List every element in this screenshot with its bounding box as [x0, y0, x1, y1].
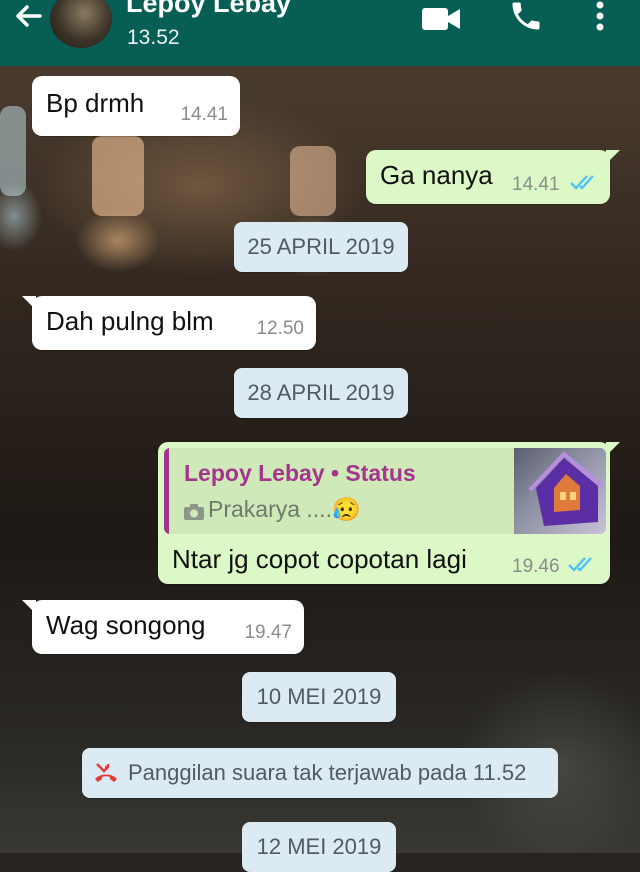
back-arrow-icon[interactable]: [8, 0, 48, 36]
message-time: 19.47: [244, 622, 292, 643]
quote-accent-bar: [164, 448, 169, 534]
message-time: 12.50: [256, 318, 304, 339]
phone-icon[interactable]: [508, 0, 544, 34]
date-separator: 12 MEI 2019: [242, 822, 396, 872]
message-time: 14.41: [512, 174, 560, 195]
wallpaper-lamp: [290, 146, 336, 216]
message-outgoing-reply[interactable]: Lepoy Lebay • Status Prakarya ....😥 Ntar…: [158, 442, 620, 584]
wallpaper-lamp: [92, 136, 144, 216]
message-text: Dah pulng blm: [46, 306, 214, 336]
read-receipt-icon: [570, 175, 594, 190]
contact-avatar[interactable]: [50, 0, 112, 48]
bubble-tail: [22, 600, 36, 614]
wallpaper-lamp: [0, 106, 26, 196]
more-vert-icon[interactable]: [594, 0, 606, 34]
contact-name[interactable]: Lepoy Lebay: [126, 0, 291, 19]
message-time: 14.41: [180, 104, 228, 125]
missed-call-icon: [95, 763, 117, 782]
message-text: Wag songong: [46, 610, 206, 640]
chat-header: Lepoy Lebay 13.52: [0, 0, 640, 66]
quoted-status[interactable]: Lepoy Lebay • Status Prakarya ....😥: [164, 448, 606, 534]
date-separator: 10 MEI 2019: [242, 672, 396, 722]
bubble-tail: [22, 296, 36, 310]
camera-icon: [184, 504, 204, 520]
quote-text: Prakarya ....😥: [208, 496, 361, 522]
message-incoming[interactable]: Bp drmh 14.41: [32, 76, 240, 136]
date-separator: 28 APRIL 2019: [234, 368, 408, 418]
bubble-tail: [606, 150, 620, 164]
message-incoming[interactable]: Wag songong 19.47: [22, 600, 304, 654]
missed-call-text: Panggilan suara tak terjawab pada 11.52: [128, 760, 527, 785]
date-separator: 25 APRIL 2019: [234, 222, 408, 272]
message-time: 19.46: [512, 556, 560, 577]
quote-author: Lepoy Lebay • Status: [184, 460, 416, 486]
missed-call-notice[interactable]: Panggilan suara tak terjawab pada 11.52: [82, 748, 558, 798]
video-call-icon[interactable]: [422, 6, 460, 32]
message-text: Bp drmh: [46, 88, 145, 118]
house-craft-image: [528, 451, 604, 526]
message-incoming[interactable]: Dah pulng blm 12.50: [22, 296, 316, 350]
last-seen-status: 13.52: [127, 26, 180, 49]
message-text: Ntar jg copot copotan lagi: [172, 544, 467, 574]
message-outgoing[interactable]: Ga nanya 14.41: [366, 150, 620, 204]
read-receipt-icon: [568, 557, 592, 572]
bubble-tail: [606, 442, 620, 456]
message-text: Ga nanya: [380, 160, 493, 190]
status-thumbnail: [514, 448, 606, 534]
